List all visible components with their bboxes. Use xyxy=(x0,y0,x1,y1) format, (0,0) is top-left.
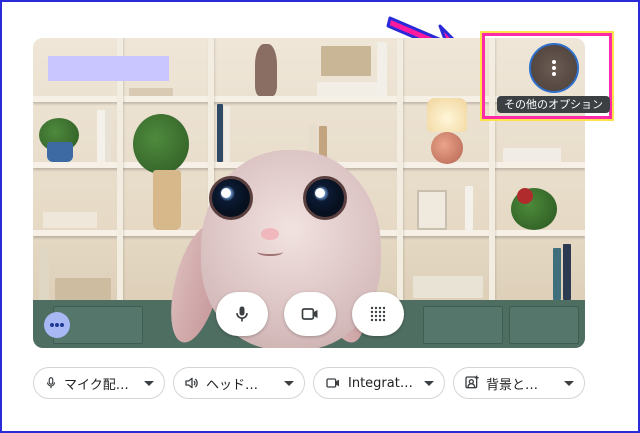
three-dots-icon xyxy=(50,323,64,327)
book xyxy=(224,106,230,162)
book xyxy=(417,190,447,230)
more-options-button[interactable] xyxy=(529,43,579,93)
speaker-icon xyxy=(185,377,198,389)
camera-select-label: Integrat… xyxy=(348,375,413,391)
chevron-down-icon xyxy=(564,380,574,386)
microphone-button[interactable] xyxy=(216,292,268,336)
background-icon xyxy=(465,375,479,389)
avatar-nose xyxy=(261,228,279,240)
participant-name-tag xyxy=(48,56,169,81)
eye-shine xyxy=(221,188,231,198)
book xyxy=(217,104,223,162)
lamp-base xyxy=(431,132,463,164)
background-effects-select[interactable]: 背景と… xyxy=(453,367,585,399)
camera-button[interactable] xyxy=(284,292,336,336)
avatar-eye-right xyxy=(303,176,347,220)
dot-grid-icon xyxy=(370,306,386,322)
cabinet-door xyxy=(423,306,503,344)
book xyxy=(377,42,387,96)
book xyxy=(129,88,173,96)
book xyxy=(465,186,473,230)
book xyxy=(105,108,111,162)
videocam-icon xyxy=(326,378,339,388)
pot xyxy=(517,188,533,204)
eye-shine xyxy=(315,188,325,198)
videocam-icon xyxy=(301,308,318,320)
lamp-shade xyxy=(427,98,467,132)
camera-select[interactable]: Integrat… xyxy=(313,367,445,399)
book xyxy=(39,248,49,300)
more-options-tooltip: その他のオプション xyxy=(497,96,610,113)
pot xyxy=(153,170,181,230)
book xyxy=(321,46,371,76)
book xyxy=(563,244,571,300)
microphone-icon xyxy=(46,377,56,389)
speaker-select[interactable]: ヘッド… xyxy=(173,367,305,399)
background-effects-label: 背景と… xyxy=(486,377,539,393)
cabinet-door xyxy=(509,306,579,344)
vase xyxy=(255,44,277,96)
speaker-select-label: ヘッド… xyxy=(206,377,259,393)
microphone-select-label: マイク配… xyxy=(64,377,129,393)
pot xyxy=(47,142,73,162)
book xyxy=(413,276,483,298)
book xyxy=(317,82,377,96)
book xyxy=(55,278,111,300)
more-vert-icon xyxy=(552,60,556,76)
plant xyxy=(133,114,189,174)
microphone-icon xyxy=(236,306,248,322)
avatar-mouth xyxy=(257,248,283,256)
book xyxy=(97,110,105,162)
book xyxy=(503,148,561,162)
microphone-select[interactable]: マイク配… xyxy=(33,367,165,399)
avatar-eye-left xyxy=(209,176,253,220)
more-actions-button[interactable] xyxy=(44,312,70,338)
chevron-down-icon xyxy=(144,380,154,386)
book xyxy=(553,248,561,300)
shelf-post xyxy=(397,38,403,300)
visual-effects-button[interactable] xyxy=(352,292,404,336)
book xyxy=(43,212,97,228)
chevron-down-icon xyxy=(424,380,434,386)
chevron-down-icon xyxy=(284,380,294,386)
